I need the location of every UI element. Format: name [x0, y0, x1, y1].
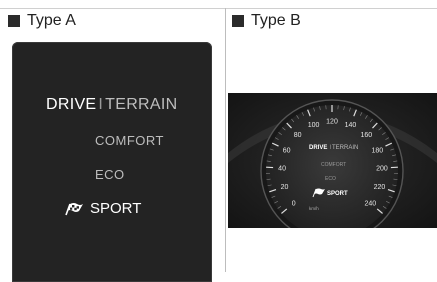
gauge-speed-label: 160 — [360, 132, 372, 139]
bullet-square-icon — [8, 15, 20, 27]
b-mode-comfort: COMFORT — [321, 162, 346, 168]
caption-type-a: Type A — [8, 12, 76, 30]
top-rule — [0, 8, 437, 9]
speed-unit: km/h — [309, 206, 319, 211]
sport-label: SPORT — [90, 200, 141, 217]
b-drive-label: DRIVE — [309, 145, 327, 151]
terrain-label: TERRAIN — [105, 96, 177, 113]
gauge-speed-label: 120 — [326, 119, 338, 126]
bullet-square-icon — [232, 15, 244, 27]
gauge-speed-label: 40 — [278, 166, 286, 173]
mode-sport: SPORT — [64, 200, 141, 217]
drive-label: DRIVE — [46, 96, 96, 113]
gauge-speed-label: 0 — [292, 201, 296, 208]
caption-type-b-label: Type B — [251, 12, 301, 30]
gauge-speed-label: 140 — [345, 122, 357, 129]
speedometer-gauge: 0 20 40 60 80 100 120 140160 180 200 220 240 km/h D… — [228, 93, 437, 228]
type-b-display: 0 20 40 60 80 100 120 140160 180 200 220 240 km/h D… — [228, 93, 437, 228]
b-terrain-label: TERRAIN — [332, 145, 358, 151]
b-mode-sport: SPORT — [327, 191, 348, 197]
gauge-speed-label: 100 — [308, 122, 320, 129]
b-mode-eco: ECO — [325, 176, 336, 182]
gauge-speed-label: 180 — [371, 147, 383, 154]
gauge-speed-label: 20 — [281, 184, 289, 191]
separator: I — [98, 96, 103, 113]
type-a-display: DRIVEITERRAIN COMFORT ECO SPORT — [12, 42, 212, 282]
checkered-flag-icon — [64, 202, 84, 216]
gauge-speed-label: 220 — [374, 184, 386, 191]
gauge-speed-label: 200 — [376, 166, 388, 173]
gauge-speed-label: 240 — [364, 201, 376, 208]
figure-frame: Type A Type B DRIVEITERRAIN COMFORT ECO … — [0, 0, 437, 272]
mode-eco: ECO — [95, 167, 125, 182]
caption-type-a-label: Type A — [27, 12, 76, 30]
gauge-speed-label: 80 — [294, 132, 302, 139]
drive-terrain-title: DRIVEITERRAIN — [46, 96, 177, 114]
gauge-speed-label: 60 — [283, 147, 291, 154]
caption-type-b: Type B — [232, 12, 301, 30]
mode-comfort: COMFORT — [95, 133, 164, 148]
column-divider — [225, 8, 226, 272]
